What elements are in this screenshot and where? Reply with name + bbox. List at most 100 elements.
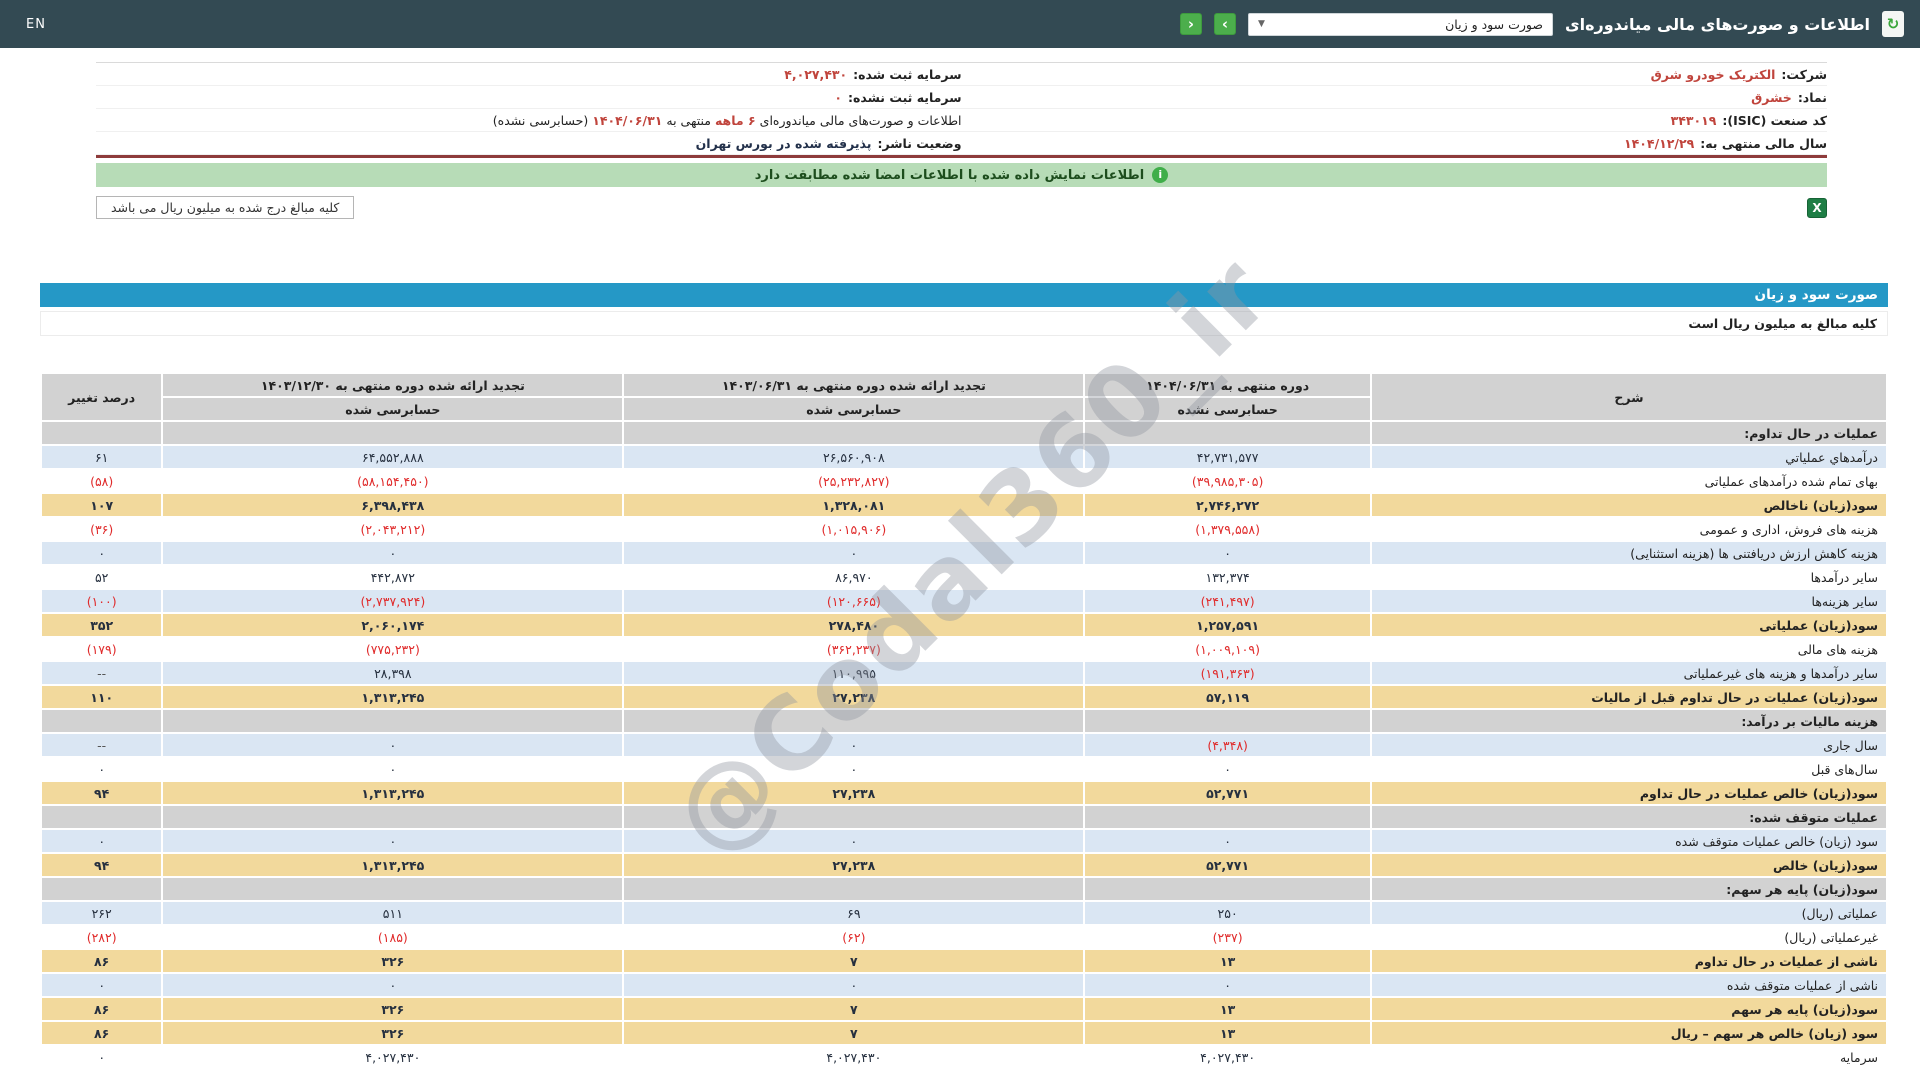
statement-row: سال جاری (۴,۳۴۸) ۰ ۰ -- (42, 734, 1886, 756)
row-value: (۲۳۷) (1085, 926, 1370, 948)
statement-row: سال‌های قبل ۰ ۰ ۰ ۰ (42, 758, 1886, 780)
statement-row: هزینه های فروش، اداری و عمومی (۱,۳۷۹,۵۵۸)… (42, 518, 1886, 540)
row-label: عملیاتی (ریال) (1371, 902, 1886, 924)
row-value: (۲,۷۳۷,۹۲۴) (163, 590, 623, 612)
section-label: عملیات در حال تداوم: (1371, 422, 1886, 444)
statement-row: غیرعملیاتی (ریال) (۲۳۷) (۶۲) (۱۸۵) (۲۸۲) (42, 926, 1886, 948)
row-value: ۰ (624, 734, 1084, 756)
col-subheader-audited-2: حسابرسی شده (163, 398, 623, 420)
row-label: سال جاری (1371, 734, 1886, 756)
row-value: ۰ (624, 758, 1084, 780)
statement-row: ناشی از عملیات متوقف شده ۰ ۰ ۰ ۰ (42, 974, 1886, 996)
row-value: ۶۱ (42, 446, 162, 468)
report-refresh-icon[interactable]: ↻ (1882, 11, 1904, 37)
fiscal-year-row: سال مالی منتهی به: ۱۴۰۴/۱۲/۲۹ (961, 132, 1827, 155)
section-empty-cell (42, 806, 162, 828)
income-statement-section: صورت سود و زیان کلیه مبالغ به میلیون ریا… (40, 233, 1888, 1070)
statement-row: ناشی از عملیات در حال تداوم ۱۳ ۷ ۳۲۶ ۸۶ (42, 950, 1886, 972)
row-label: سرمایه (1371, 1046, 1886, 1068)
row-value: (۱۲۰,۶۶۵) (624, 590, 1084, 612)
row-label: غیرعملیاتی (ریال) (1371, 926, 1886, 948)
statement-title-bar: صورت سود و زیان (40, 283, 1888, 307)
prev-period-button[interactable]: ‹ (1179, 13, 1202, 35)
row-label: سایر درآمدها (1371, 566, 1886, 588)
statement-row: عملیاتی (ریال) ۲۵۰ ۶۹ ۵۱۱ ۲۶۲ (42, 902, 1886, 924)
fiscal-year-label: سال مالی منتهی به: (1700, 135, 1827, 151)
row-label: ناشی از عملیات در حال تداوم (1371, 950, 1886, 972)
col-header-period-restated-1: تجدید ارائه شده دوره منتهی به ۱۴۰۳/۰۶/۳۱ (624, 374, 1084, 396)
registered-capital-value: ۴,۰۲۷,۴۳۰ (784, 66, 848, 82)
section-header-row: عملیات متوقف شده: (42, 806, 1886, 828)
row-value: ۲۸,۳۹۸ (163, 662, 623, 684)
report-type-select[interactable]: صورت سود و زیان ▼ (1247, 12, 1553, 36)
issuer-status-row: وضعیت ناشر: پذیرفته شده در بورس تهران (96, 132, 962, 155)
row-value: -- (42, 734, 162, 756)
row-value: ۰ (42, 974, 162, 996)
row-value: ۱,۳۱۳,۲۴۵ (163, 782, 623, 804)
row-label: سود (زیان) خالص هر سهم – ریال (1371, 1022, 1886, 1044)
row-label: سود(زیان) خالص (1371, 854, 1886, 876)
company-info-card: شرکت: الکتریک خودرو شرق سرمایه ثبت شده: … (96, 62, 1827, 158)
signed-data-notice-text: اطلاعات نمایش داده شده با اطلاعات امضا ش… (754, 167, 1145, 183)
refresh-icon: ↻ (1886, 15, 1900, 33)
chevron-down-icon: ▼ (1257, 19, 1265, 29)
statement-row: سود (زیان) خالص عملیات متوقف شده ۰ ۰ ۰ ۰ (42, 830, 1886, 852)
registered-capital-label: سرمایه ثبت شده: (853, 66, 962, 82)
section-header-row: هزینه مالیات بر درآمد: (42, 710, 1886, 732)
row-value: ۵۲,۷۷۱ (1085, 854, 1370, 876)
section-empty-cell (42, 878, 162, 900)
row-value: ۲۷,۲۳۸ (624, 782, 1084, 804)
signed-data-notice: i اطلاعات نمایش داده شده با اطلاعات امضا… (96, 163, 1827, 187)
row-value: (۵۸,۱۵۴,۴۵۰) (163, 470, 623, 492)
company-name-label: شرکت: (1781, 66, 1827, 82)
section-empty-cell (624, 878, 1084, 900)
section-empty-cell (624, 422, 1084, 444)
row-value: ۳۲۶ (163, 998, 623, 1020)
income-statement-table: شرح دوره منتهی به ۱۴۰۴/۰۶/۳۱ تجدید ارائه… (40, 372, 1888, 1070)
row-value: (۳۶) (42, 518, 162, 540)
period-date: ۱۴۰۴/۰۶/۳۱ (592, 112, 663, 128)
row-value: ۰ (624, 830, 1084, 852)
period-info-row: اطلاعات و صورت‌های مالی میاندوره‌ای ۶ ما… (96, 109, 962, 132)
unit-note-row: X کلیه مبالغ درج شده به میلیون ریال می ب… (96, 196, 1827, 219)
statement-row: سرمایه ۴,۰۲۷,۴۳۰ ۴,۰۲۷,۴۳۰ ۴,۰۲۷,۴۳۰ ۰ (42, 1046, 1886, 1068)
report-select-value: صورت سود و زیان (1445, 16, 1543, 32)
row-label: هزینه کاهش ارزش دریافتنی ها (هزینه استثن… (1371, 542, 1886, 564)
row-value: ۰ (163, 830, 623, 852)
section-label: سود(زیان) پایه هر سهم: (1371, 878, 1886, 900)
section-label: عملیات متوقف شده: (1371, 806, 1886, 828)
row-value: ۰ (42, 1046, 162, 1068)
row-value: (۲۴۱,۴۹۷) (1085, 590, 1370, 612)
row-value: ۱۱۰,۹۹۵ (624, 662, 1084, 684)
row-value: ۴,۰۲۷,۴۳۰ (624, 1046, 1084, 1068)
next-period-button[interactable]: › (1213, 13, 1236, 35)
row-value: ۷ (624, 998, 1084, 1020)
statement-row: درآمدهاي عملياتي ۴۲,۷۳۱,۵۷۷ ۲۶,۵۶۰,۹۰۸ ۶۴,۵… (42, 446, 1886, 468)
row-value: ۴۴۲,۸۷۲ (163, 566, 623, 588)
row-value: (۱,۳۷۹,۵۵۸) (1085, 518, 1370, 540)
row-label: سود(زیان) پایه هر سهم (1371, 998, 1886, 1020)
row-label: سایر هزینه‌ها (1371, 590, 1886, 612)
row-label: هزینه های مالی (1371, 638, 1886, 660)
row-value: ۳۲۶ (163, 950, 623, 972)
row-value: ۰ (42, 830, 162, 852)
row-value: (۱۷۹) (42, 638, 162, 660)
row-value: ۲۶۲ (42, 902, 162, 924)
col-subheader-unaudited: حسابرسی نشده (1085, 398, 1370, 420)
language-en-link[interactable]: EN (26, 17, 46, 32)
isic-row: کد صنعت (ISIC): ۳۴۳۰۱۹ (961, 109, 1827, 132)
row-value: (۶۲) (624, 926, 1084, 948)
row-label: سود(زیان) عملیاتی (1371, 614, 1886, 636)
row-value: ۵۲,۷۷۱ (1085, 782, 1370, 804)
excel-export-icon[interactable]: X (1807, 197, 1827, 218)
row-value: (۷۷۵,۲۳۲) (163, 638, 623, 660)
statement-row: سود(زیان) ناخالص ۲,۷۴۶,۲۷۲ ۱,۳۲۸,۰۸۱ ۶,۳۹۸,… (42, 494, 1886, 516)
col-header-percent-change: درصد تغییر (42, 374, 162, 420)
row-value: (۱۰۰) (42, 590, 162, 612)
row-value: ۰ (1085, 758, 1370, 780)
row-value: ۰ (163, 758, 623, 780)
info-icon: i (1152, 167, 1169, 183)
row-value: ۷ (624, 950, 1084, 972)
section-header-row: عملیات در حال تداوم: (42, 422, 1886, 444)
row-value: ۹۴ (42, 854, 162, 876)
